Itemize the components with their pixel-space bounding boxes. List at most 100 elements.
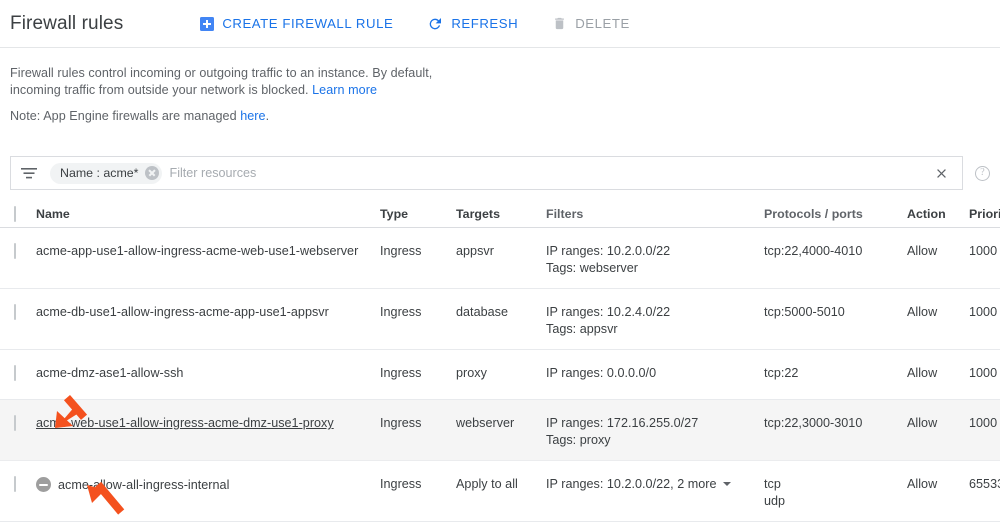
chevron-down-icon[interactable] <box>722 482 731 486</box>
app-engine-note-period: . <box>265 109 270 123</box>
rule-filters-line-1: IP ranges: 172.16.255.0/27 <box>546 416 699 430</box>
rule-filters-cell: IP ranges: 0.0.0.0/0 <box>546 366 764 380</box>
delete-label: DELETE <box>575 16 630 31</box>
rule-protocols-cell: tcp:22 <box>764 366 907 380</box>
table-row[interactable]: acme-db-use1-allow-ingress-acme-app-use1… <box>0 289 1000 350</box>
row-checkbox-cell <box>0 476 36 492</box>
row-checkbox[interactable] <box>14 243 16 259</box>
rule-filters-cell: IP ranges: 172.16.255.0/27 Tags: proxy <box>546 416 764 447</box>
description-line-1: Firewall rules control incoming or outgo… <box>10 66 433 80</box>
rule-protocols-line-1: tcp:22 <box>764 366 799 380</box>
rule-filters-cell: IP ranges: 10.2.0.0/22 Tags: webserver <box>546 244 764 275</box>
filter-box[interactable]: Name : acme* <box>10 156 963 190</box>
column-header-name[interactable]: Name <box>36 207 380 221</box>
here-link[interactable]: here <box>240 109 265 123</box>
rule-name-link[interactable]: acme-dmz-ase1-allow-ssh <box>36 366 183 380</box>
column-header-filters[interactable]: Filters <box>546 207 764 221</box>
column-header-type[interactable]: Type <box>380 207 456 221</box>
refresh-label: REFRESH <box>451 16 519 31</box>
description-block: Firewall rules control incoming or outgo… <box>0 48 1000 123</box>
row-checkbox[interactable] <box>14 415 16 431</box>
rule-protocols-line-2: udp <box>764 494 786 508</box>
row-checkbox-cell <box>0 304 36 320</box>
column-header-targets[interactable]: Targets <box>456 207 546 221</box>
rule-name-cell: acme-db-use1-allow-ingress-acme-app-use1… <box>36 305 380 319</box>
rule-filters-cell: IP ranges: 10.2.4.0/22 Tags: appsvr <box>546 305 764 336</box>
table-row[interactable]: acme-app-use1-allow-ingress-acme-web-use… <box>0 228 1000 289</box>
description-line-2-text: incoming traffic from outside your netwo… <box>10 83 309 97</box>
app-engine-note-text: Note: App Engine firewalls are managed <box>10 109 237 123</box>
rule-protocols-cell: tcp:22,4000-4010 <box>764 244 907 258</box>
rule-name-link[interactable]: acme-db-use1-allow-ingress-acme-app-use1… <box>36 305 329 319</box>
row-checkbox[interactable] <box>14 476 16 492</box>
rule-protocols-line-1: tcp:5000-5010 <box>764 305 845 319</box>
rule-priority: 1000 <box>969 305 998 319</box>
delete-button: DELETE <box>552 16 630 31</box>
rule-filters-line-1: IP ranges: 10.2.0.0/22, <box>546 477 674 491</box>
select-all-checkbox[interactable] <box>14 206 16 222</box>
rule-protocols-cell: tcp:5000-5010 <box>764 305 907 319</box>
row-checkbox-cell <box>0 415 36 431</box>
filters-more-link[interactable]: 2 more <box>677 477 716 491</box>
rule-filters-line-1: IP ranges: 10.2.4.0/22 <box>546 305 671 319</box>
create-firewall-rule-button[interactable]: CREATE FIREWALL RULE <box>200 16 393 31</box>
page-header: Firewall rules CREATE FIREWALL RULE REFR… <box>0 0 1000 48</box>
firewall-rules-table: Name Type Targets Filters Protocols / po… <box>0 201 1000 522</box>
rule-filters-line-1: IP ranges: 0.0.0.0/0 <box>546 366 657 380</box>
rule-filters-line-1: IP ranges: 10.2.0.0/22 <box>546 244 671 258</box>
help-circle-icon[interactable]: ? <box>975 165 990 181</box>
row-checkbox-cell <box>0 365 36 381</box>
clear-x-icon[interactable] <box>926 158 956 188</box>
chip-remove-icon[interactable] <box>144 166 159 180</box>
rule-targets: proxy <box>456 366 487 380</box>
rule-name-cell: acme-dmz-ase1-allow-ssh <box>36 366 380 380</box>
trash-icon <box>552 16 567 31</box>
rule-action: Allow <box>907 366 938 380</box>
rule-filters-line-2: Tags: proxy <box>546 433 611 447</box>
rule-type: Ingress <box>380 366 422 380</box>
row-checkbox-cell <box>0 243 36 259</box>
refresh-button[interactable]: REFRESH <box>427 16 518 32</box>
filter-funnel-icon[interactable] <box>20 166 38 180</box>
page-title: Firewall rules <box>10 12 124 34</box>
table-header-row: Name Type Targets Filters Protocols / po… <box>0 201 1000 228</box>
page-toolbar: CREATE FIREWALL RULE REFRESH DELETE <box>200 16 663 32</box>
app-engine-note: Note: App Engine firewalls are managed h… <box>10 109 1000 123</box>
filter-bar: Name : acme* ? <box>10 156 990 190</box>
rule-disabled-icon <box>36 477 51 492</box>
rule-type: Ingress <box>380 416 422 430</box>
rule-priority: 1000 <box>969 416 998 430</box>
column-header-priority[interactable]: Priority <box>969 207 1000 221</box>
table-row[interactable]: acme-dmz-ase1-allow-ssh Ingress proxy IP ra… <box>0 350 1000 400</box>
filter-chip-name[interactable]: Name : acme* <box>50 162 162 184</box>
rule-name-link[interactable]: acme-allow-all-ingress-internal <box>58 478 229 492</box>
rule-name-link[interactable]: acme-web-use1-allow-ingress-acme-dmz-use… <box>36 416 334 430</box>
rule-protocols-line-1: tcp:22,4000-4010 <box>764 244 863 258</box>
table-row[interactable]: acme-web-use1-allow-ingress-acme-dmz-use… <box>0 400 1000 461</box>
rule-targets: Apply to all <box>456 477 518 491</box>
select-all-checkbox-cell <box>0 206 36 222</box>
rule-priority: 65533 <box>969 477 1000 491</box>
filter-input[interactable] <box>169 166 926 180</box>
rule-filters-line-2: Tags: webserver <box>546 261 638 275</box>
column-header-protocols[interactable]: Protocols / ports <box>764 207 907 221</box>
rule-name-cell: acme-app-use1-allow-ingress-acme-web-use… <box>36 244 380 258</box>
row-checkbox[interactable] <box>14 365 16 381</box>
rule-type: Ingress <box>380 477 422 491</box>
rule-protocols-cell: tcp udp <box>764 477 907 508</box>
rule-name-link[interactable]: acme-app-use1-allow-ingress-acme-web-use… <box>36 244 358 258</box>
rule-action: Allow <box>907 477 938 491</box>
rule-action: Allow <box>907 305 938 319</box>
rule-protocols-line-1: tcp:22,3000-3010 <box>764 416 863 430</box>
column-header-action[interactable]: Action <box>907 207 969 221</box>
rule-filters-line-2: Tags: appsvr <box>546 322 618 336</box>
row-checkbox[interactable] <box>14 304 16 320</box>
table-row[interactable]: acme-allow-all-ingress-internal Ingress Ap… <box>0 461 1000 522</box>
rule-type: Ingress <box>380 244 422 258</box>
rule-action: Allow <box>907 416 938 430</box>
rule-name-cell: acme-web-use1-allow-ingress-acme-dmz-use… <box>36 416 380 430</box>
rule-targets: appsvr <box>456 244 494 258</box>
rule-protocols-line-1: tcp <box>764 477 781 491</box>
learn-more-link[interactable]: Learn more <box>312 83 377 97</box>
rule-targets: database <box>456 305 508 319</box>
